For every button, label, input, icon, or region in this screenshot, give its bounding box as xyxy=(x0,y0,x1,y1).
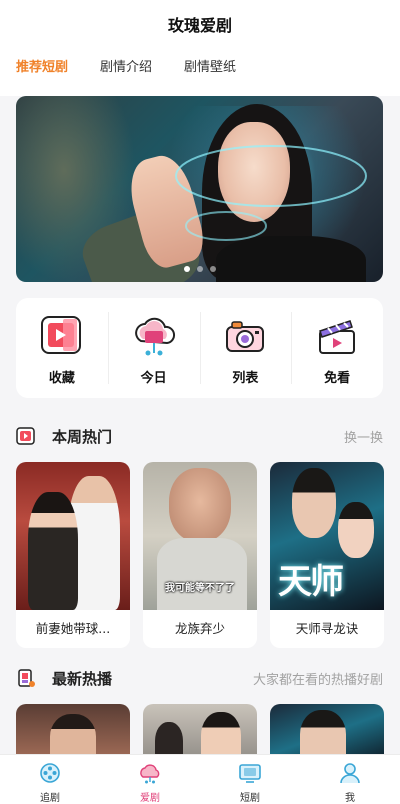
section-subtitle[interactable]: 大家都在看的热播好剧 xyxy=(253,669,383,688)
tabbar-label: 追剧 xyxy=(40,793,60,804)
category-tabs: 推荐短剧 剧情介绍 剧情壁纸 xyxy=(16,56,236,76)
section-title: 本周热门 xyxy=(52,427,113,446)
carousel-dot[interactable] xyxy=(209,266,216,272)
collection-icon xyxy=(39,313,85,359)
poster-caption: 我可能等不了了 xyxy=(165,583,235,594)
bottom-tab-bar: 追剧 爱剧 短剧 我 xyxy=(0,754,400,804)
top-header: 玫瑰爱剧 推荐短剧 剧情介绍 剧情壁纸 xyxy=(0,0,400,96)
drama-card[interactable]: 前妻她带球... xyxy=(16,462,130,648)
video-play-icon xyxy=(16,426,36,446)
section-header-latest: 最新热播 大家都在看的热播好剧 xyxy=(16,666,383,690)
drama-poster: 我可能等不了了 xyxy=(143,462,257,610)
cloud-today-icon xyxy=(131,313,177,359)
film-reel-icon xyxy=(38,761,62,785)
clapperboard-icon xyxy=(314,313,360,359)
poster-title-art: 天师 xyxy=(278,562,344,602)
refresh-button[interactable]: 换一换 xyxy=(344,427,383,446)
tabbar-item-short-drama[interactable]: 短剧 xyxy=(200,755,300,804)
quick-action-label: 列表 xyxy=(232,371,259,386)
tabbar-label: 爱剧 xyxy=(140,793,160,804)
drama-poster: 天师 xyxy=(270,462,384,610)
quick-action-collection[interactable]: 收藏 xyxy=(16,298,108,398)
section-header-weekly-hot: 本周热门 换一换 xyxy=(16,424,383,448)
camera-list-icon xyxy=(222,313,268,359)
drama-title: 天师寻龙诀 xyxy=(295,621,359,636)
tabbar-label: 我 xyxy=(345,793,355,804)
tabbar-label: 短剧 xyxy=(240,793,260,804)
drama-card[interactable]: 我可能等不了了 龙族弃少 xyxy=(143,462,257,648)
drama-card[interactable]: 天师 天师寻龙诀 xyxy=(270,462,384,648)
poster-figure-body xyxy=(157,538,247,610)
banner-carousel[interactable] xyxy=(16,96,383,282)
drama-title: 龙族弃少 xyxy=(174,621,225,636)
quick-actions-panel: 收藏 今日 列表 免看 xyxy=(16,298,383,398)
weekly-hot-list: 前妻她带球... 我可能等不了了 龙族弃少 天师 天师寻龙诀 xyxy=(16,462,384,648)
poster-figure-man xyxy=(292,468,336,538)
poster-figure-face xyxy=(169,468,231,542)
drama-title: 前妻她带球... xyxy=(35,621,111,636)
tabbar-item-love-drama[interactable]: 爱剧 xyxy=(100,755,200,804)
page-title: 玫瑰爱剧 xyxy=(167,16,232,35)
tab-plot-intro[interactable]: 剧情介绍 xyxy=(100,56,152,76)
quick-action-label: 收藏 xyxy=(48,371,75,386)
tabbar-item-follow[interactable]: 追剧 xyxy=(0,755,100,804)
heart-cloud-icon xyxy=(138,761,162,785)
quick-action-list[interactable]: 列表 xyxy=(199,298,292,398)
poster-figure-woman xyxy=(338,502,374,558)
tabbar-item-me[interactable]: 我 xyxy=(300,755,400,804)
quick-action-free[interactable]: 免看 xyxy=(291,298,383,398)
quick-action-label: 今日 xyxy=(140,371,167,386)
carousel-dot[interactable] xyxy=(183,266,190,272)
carousel-dot[interactable] xyxy=(196,266,203,272)
carousel-indicator xyxy=(16,266,383,272)
quick-action-today[interactable]: 今日 xyxy=(107,298,200,398)
quick-action-label: 免看 xyxy=(324,371,351,386)
tv-screen-icon xyxy=(238,761,262,785)
banner-energy-swirl xyxy=(175,145,367,241)
film-strip-icon xyxy=(16,668,36,688)
drama-poster xyxy=(16,462,130,610)
tab-wallpaper[interactable]: 剧情壁纸 xyxy=(184,56,236,76)
poster-figure-woman xyxy=(28,492,78,610)
section-title: 最新热播 xyxy=(52,669,113,688)
tab-recommended[interactable]: 推荐短剧 xyxy=(16,56,68,76)
user-icon xyxy=(338,761,362,785)
